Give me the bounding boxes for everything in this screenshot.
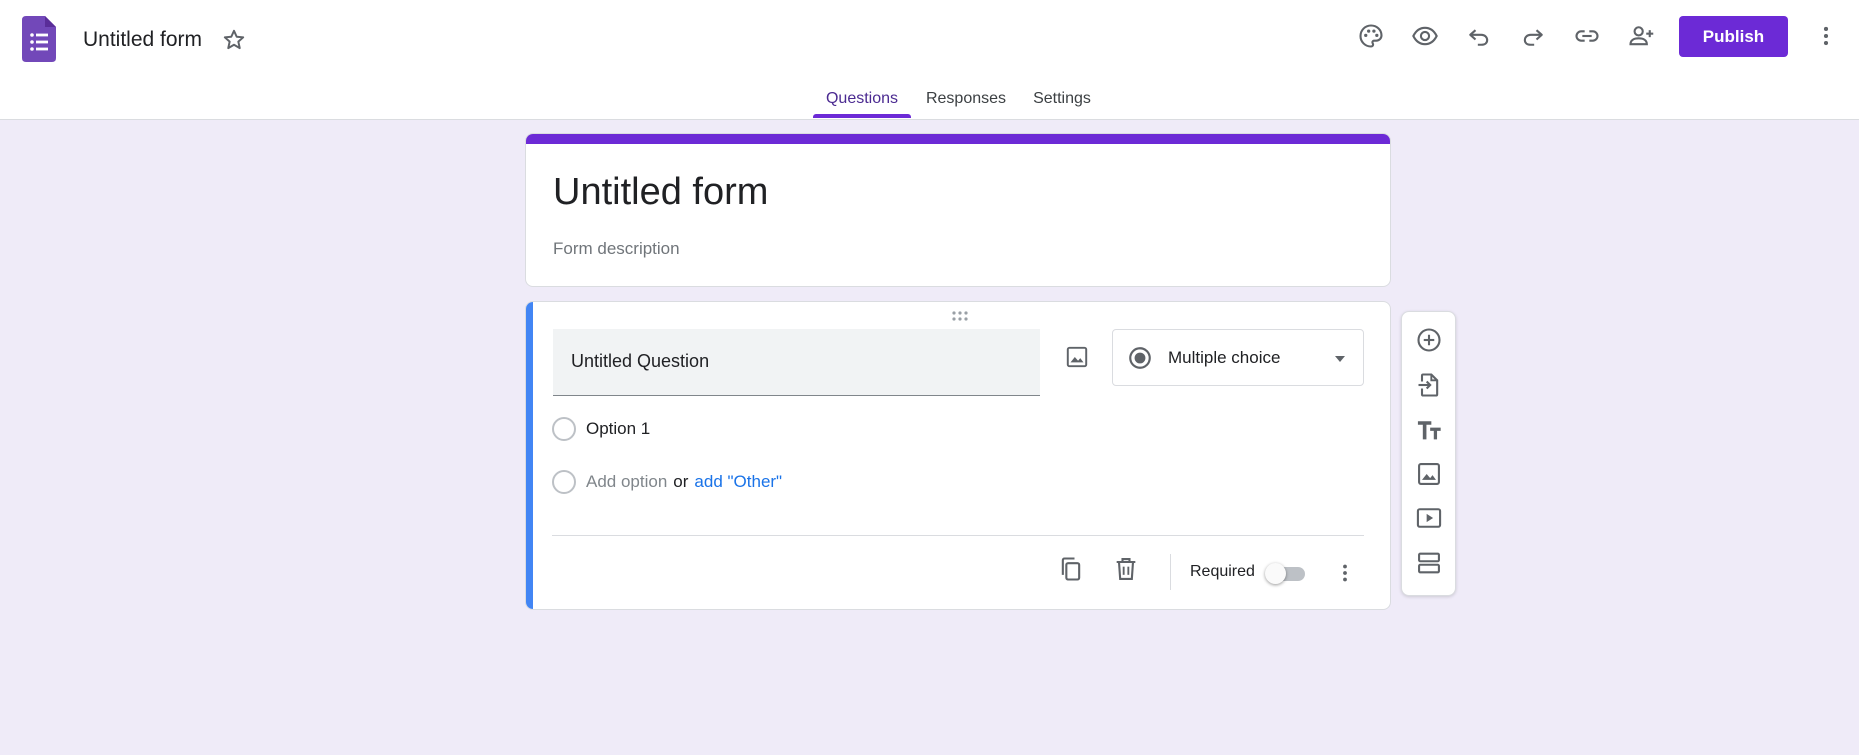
drag-handle-icon[interactable] [950,310,970,322]
radio-circle-icon [552,417,576,441]
tab-settings[interactable]: Settings [1027,84,1097,120]
add-image-icon[interactable] [1064,344,1090,370]
add-video-icon[interactable] [1415,504,1443,532]
radio-circle-icon [552,470,576,494]
app-header: Untitled form Publish Questions Response… [0,0,1859,120]
add-collaborator-icon[interactable] [1627,22,1655,50]
add-option-button[interactable]: Add option [586,472,667,491]
form-title[interactable]: Untitled form [553,168,768,216]
add-image-icon[interactable] [1415,460,1443,488]
publish-button[interactable]: Publish [1679,16,1788,57]
form-tabs: Questions Responses Settings [0,84,1859,120]
forms-logo-icon[interactable] [22,16,56,62]
floating-toolbar [1401,311,1456,596]
question-type-label: Multiple choice [1168,348,1281,367]
document-title[interactable]: Untitled form [83,26,202,54]
form-description-field[interactable]: Form description [553,237,680,261]
question-more-icon[interactable] [1333,559,1357,587]
duplicate-icon[interactable] [1057,555,1085,583]
question-title-input[interactable]: Untitled Question [553,329,1040,396]
active-tab-indicator [813,114,911,118]
more-vert-icon[interactable] [1813,22,1839,50]
dropdown-arrow-icon [1333,352,1347,366]
radio-button-icon [1127,345,1153,371]
tab-responses[interactable]: Responses [923,84,1009,120]
or-separator: or [673,472,689,491]
import-questions-icon[interactable] [1415,371,1443,399]
redo-icon[interactable] [1519,22,1547,50]
question-type-select[interactable]: Multiple choice [1112,329,1364,386]
active-question-accent [526,302,533,609]
undo-icon[interactable] [1465,22,1493,50]
link-icon[interactable] [1573,22,1601,50]
palette-icon[interactable] [1357,22,1385,50]
star-icon[interactable] [221,27,247,53]
delete-icon[interactable] [1112,555,1140,583]
title-card-accent [526,134,1390,144]
option-label[interactable]: Option 1 [586,418,650,440]
add-other-link[interactable]: add "Other" [694,472,782,491]
preview-eye-icon[interactable] [1411,22,1439,50]
toggle-knob [1265,563,1286,584]
add-option-text-group: Add option or add "Other" [586,471,782,493]
add-title-icon[interactable] [1415,416,1443,444]
form-title-card[interactable]: Untitled form Form description [525,133,1391,287]
question-card[interactable]: Untitled Question Multiple choice [525,301,1391,610]
add-question-icon[interactable] [1415,326,1443,354]
required-toggle[interactable] [1265,561,1307,585]
add-section-icon[interactable] [1415,549,1443,577]
